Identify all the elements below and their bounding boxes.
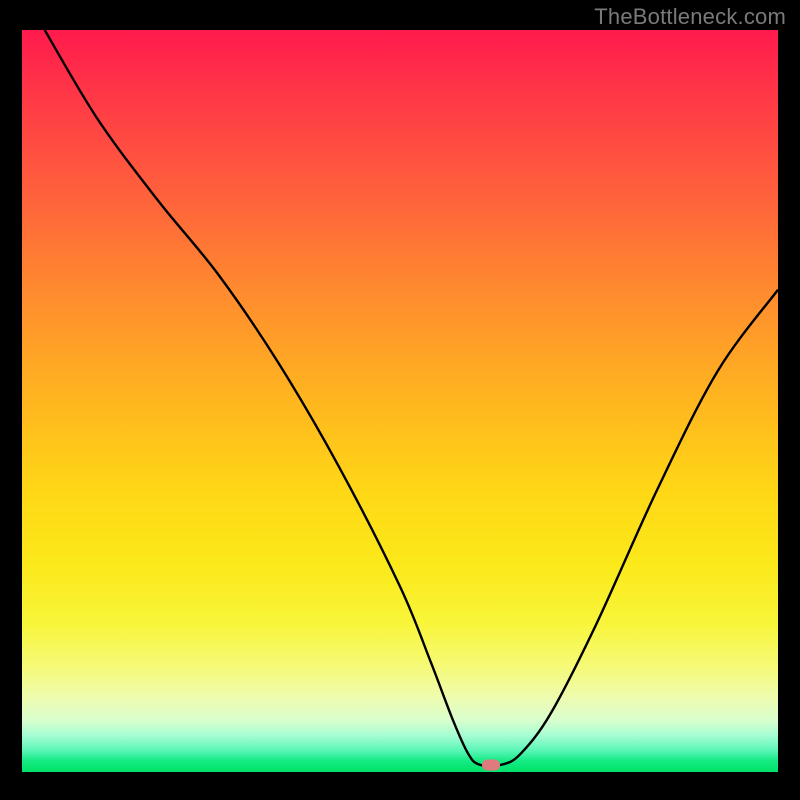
chart-container: TheBottleneck.com (0, 0, 800, 800)
bottleneck-curve (45, 30, 778, 766)
plot-area (22, 30, 778, 772)
min-marker (482, 759, 500, 770)
curve-svg (22, 30, 778, 772)
watermark-text: TheBottleneck.com (594, 4, 786, 30)
